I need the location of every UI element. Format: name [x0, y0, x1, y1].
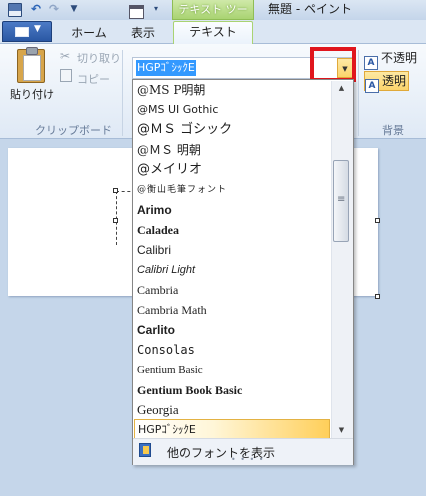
window-title: 無題 - ペイント: [268, 2, 352, 16]
copy-button[interactable]: コピー: [77, 71, 110, 87]
font-list-item[interactable]: Georgia: [137, 400, 179, 420]
font-list-item[interactable]: @ＭＳ 明朝: [137, 140, 201, 160]
ribbon-tab-bar: ▼ ホーム 表示 テキスト: [0, 20, 426, 45]
paste-button-label[interactable]: 貼り付け: [10, 86, 54, 102]
font-list-item[interactable]: Calibri Light: [137, 260, 195, 280]
font-list-item[interactable]: Calibri: [137, 240, 171, 260]
redo-icon[interactable]: ↷: [46, 2, 62, 16]
context-tab-group-label: テキスト ツール: [172, 0, 254, 35]
scissors-icon: ✂: [60, 49, 71, 63]
font-list-item[interactable]: @衡山毛筆フォント: [137, 180, 227, 200]
scroll-up-icon[interactable]: ▲: [333, 82, 350, 94]
opaque-button[interactable]: A 不透明: [364, 49, 418, 70]
file-menu-icon: [15, 27, 29, 37]
tab-text[interactable]: テキスト: [173, 21, 253, 45]
transparent-label: 透明: [382, 74, 407, 88]
group-divider: [358, 50, 359, 136]
save-icon[interactable]: [6, 2, 22, 16]
resize-handle[interactable]: [375, 218, 380, 223]
highlight-annotation-box: [310, 47, 356, 82]
font-list-item[interactable]: Cambria: [137, 280, 178, 300]
font-list-item[interactable]: Arimo: [137, 200, 172, 220]
cut-button[interactable]: 切り取り: [77, 50, 121, 66]
chevron-down-icon: ▼: [34, 24, 41, 34]
print-icon[interactable]: [128, 2, 144, 16]
transparent-button[interactable]: A 透明: [364, 71, 410, 93]
scroll-down-icon[interactable]: ▼: [333, 424, 350, 436]
tab-home[interactable]: ホーム: [64, 23, 114, 44]
resize-grip-icon[interactable]: • • • •: [231, 455, 265, 464]
scrollbar-track[interactable]: [331, 81, 353, 438]
font-list-item[interactable]: Carlito: [137, 320, 175, 340]
clipboard-group-label: クリップボード: [35, 124, 112, 137]
file-menu-button[interactable]: ▼: [2, 21, 52, 42]
resize-handle[interactable]: [113, 188, 118, 193]
font-list-item[interactable]: Caladea: [137, 220, 179, 240]
chevron-down-icon[interactable]: ▼: [66, 2, 82, 16]
customize-quick-access-icon[interactable]: ▾: [148, 2, 164, 16]
resize-handle[interactable]: [375, 294, 380, 299]
opaque-label: 不透明: [381, 51, 418, 65]
background-group-label: 背景: [382, 124, 404, 137]
copy-icon: [60, 69, 72, 82]
font-list-item[interactable]: @ＭＳ ゴシック: [137, 120, 232, 140]
font-list-item[interactable]: Gentium Basic: [137, 360, 203, 380]
undo-icon[interactable]: ↶: [28, 2, 44, 16]
group-divider: [122, 50, 123, 136]
font-list-item[interactable]: Gentium Book Basic: [137, 380, 242, 400]
font-list-item[interactable]: @MS UI Gothic: [137, 100, 218, 120]
tab-view[interactable]: 表示: [118, 23, 168, 44]
font-dropdown-list: @MS P明朝 @MS UI Gothic @ＭＳ ゴシック @ＭＳ 明朝 @メ…: [132, 79, 354, 465]
font-list-item[interactable]: @MS P明朝: [137, 80, 205, 100]
font-list-item-selected[interactable]: HGPｺﾞｼｯｸE: [134, 419, 330, 439]
font-list-item[interactable]: Consolas: [137, 340, 195, 360]
clipboard-icon[interactable]: [17, 47, 45, 83]
font-list-item[interactable]: @メイリオ: [137, 160, 202, 180]
font-name-value[interactable]: HGPｺﾞｼｯｸE: [136, 60, 196, 76]
more-fonts-button[interactable]: 他のフォントを表示 • • • •: [133, 439, 353, 465]
text-opaque-icon: A: [364, 56, 378, 70]
title-bar: ↶ ↷ ▼ ▾ テキスト ツール 無題 - ペイント: [0, 0, 426, 35]
font-folder-icon: [139, 443, 151, 457]
resize-handle[interactable]: [113, 218, 118, 223]
text-transparent-icon: A: [365, 79, 379, 93]
scrollbar-thumb[interactable]: [333, 160, 349, 242]
font-list-item[interactable]: Cambria Math: [137, 300, 207, 320]
